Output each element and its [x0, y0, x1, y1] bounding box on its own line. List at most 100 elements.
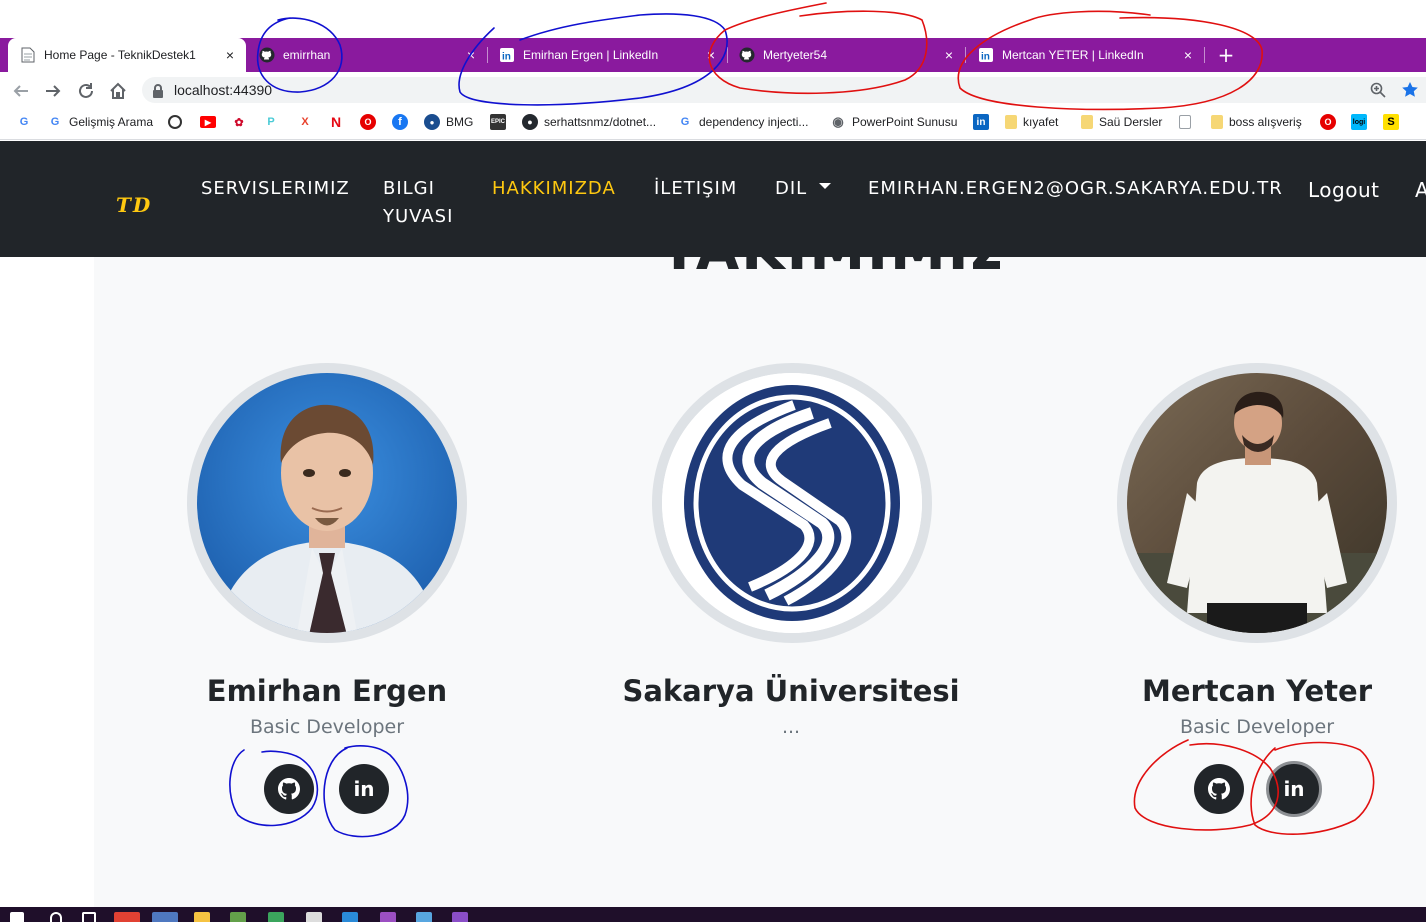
tab-separator — [1204, 47, 1205, 63]
bookmark-google[interactable]: G — [16, 113, 38, 131]
page-icon — [1179, 115, 1191, 129]
folder-taskbar-icon[interactable] — [194, 912, 210, 922]
nav-user-email[interactable]: EMIRHAN.ERGEN2@OGR.SAKARYA.EDU.TR — [868, 175, 1283, 203]
bookmark-powerpoint[interactable]: ◉ PowerPoint Sunusu — [830, 113, 957, 131]
svg-text:in: in — [981, 52, 990, 63]
linkedin-icon: in — [1283, 777, 1305, 801]
github-icon — [278, 778, 300, 800]
chrome-taskbar-icon[interactable] — [114, 912, 140, 922]
bookmark-kiyafet[interactable]: kıyafet — [1005, 113, 1058, 131]
nav-contact[interactable]: İLETIŞIM — [654, 175, 737, 203]
nav-language-label: DIL — [775, 178, 808, 199]
tab-github-mertyeter[interactable]: Mertyeter54 × — [727, 38, 966, 72]
home-button[interactable] — [107, 80, 129, 102]
visual-studio-taskbar-icon[interactable] — [452, 912, 468, 922]
bookmark-boss-alisveris[interactable]: boss alışveriş — [1211, 113, 1302, 131]
tab-title: Mertcan YETER | LinkedIn — [1002, 48, 1144, 62]
task-view-icon[interactable] — [82, 912, 96, 922]
close-tab-icon[interactable]: × — [222, 47, 238, 63]
section-heading-clip: TAKIMIMIZ — [560, 257, 1000, 279]
search-icon[interactable] — [50, 912, 62, 922]
address-bar[interactable] — [142, 77, 1426, 103]
nav-cut-off-item[interactable]: A — [1415, 176, 1426, 204]
notepad-taskbar-icon[interactable] — [152, 912, 178, 922]
bookmark-github-dotnet[interactable]: ● serhattsnmz/dotnet... — [522, 113, 656, 131]
close-tab-icon[interactable]: × — [941, 47, 957, 63]
github-button-mertcan[interactable] — [1194, 764, 1244, 814]
google-icon: G — [680, 116, 690, 128]
github-button-emirhan[interactable] — [264, 764, 314, 814]
member-name: Sakarya Üniversitesi — [622, 674, 960, 708]
netflix-icon: N — [330, 114, 342, 130]
member-role: ... — [781, 716, 801, 738]
bookmark-vodafone[interactable]: O — [360, 113, 382, 131]
folder-icon — [1081, 115, 1093, 129]
bookmark-youtube[interactable]: ▶ — [200, 113, 222, 131]
bookmark-netflix[interactable]: N — [328, 113, 350, 131]
tab-linkedin-emirhan[interactable]: in Emirhan Ergen | LinkedIn × — [487, 38, 728, 72]
bookmark-page[interactable] — [1179, 113, 1197, 131]
speedometer-icon — [168, 115, 182, 129]
vodafone-icon: O — [1320, 114, 1336, 130]
tplink-icon: P — [267, 116, 275, 128]
bookmark-star-icon[interactable] — [1401, 81, 1419, 103]
logi-icon: logi — [1351, 114, 1367, 130]
app-taskbar-icon-5[interactable] — [416, 912, 432, 922]
tab-title: Home Page - TeknikDestek1 — [44, 48, 196, 62]
bookmark-facebook[interactable]: f — [392, 113, 414, 131]
nav-knowledge-base[interactable]: BILGI YUVASI — [383, 175, 453, 231]
page-icon — [20, 47, 36, 63]
nav-language-dropdown[interactable]: DIL — [775, 175, 832, 203]
linkedin-button-emirhan[interactable]: in — [339, 764, 389, 814]
app-taskbar-icon-1[interactable] — [230, 912, 246, 922]
close-tab-icon[interactable]: × — [703, 47, 719, 63]
nav-logout[interactable]: Logout — [1308, 176, 1379, 204]
bookmark-linkedin[interactable]: in — [973, 113, 995, 131]
zoom-icon[interactable] — [1370, 82, 1386, 102]
reload-icon — [79, 83, 93, 98]
bookmark-sau-dersler[interactable]: Saü Dersler — [1081, 113, 1162, 131]
forward-button[interactable] — [42, 80, 64, 102]
tab-home-page[interactable]: Home Page - TeknikDestek1 × — [8, 38, 246, 72]
member-name: Mertcan Yeter — [1141, 674, 1373, 708]
google-icon: G — [50, 116, 60, 128]
bookmark-tplink[interactable]: P — [263, 113, 285, 131]
home-icon — [110, 82, 126, 99]
back-button[interactable] — [10, 80, 32, 102]
nav-about[interactable]: HAKKIMIZDA — [492, 175, 616, 203]
x-icon: X — [301, 116, 309, 128]
bookmark-bmg[interactable]: ● BMG — [424, 113, 473, 131]
bookmark-dependency-injection[interactable]: Gdependency injecti... — [677, 113, 809, 131]
bookmark-gelismis-arama[interactable]: G Gelişmiş Arama — [47, 113, 153, 131]
app-taskbar-icon-2[interactable] — [268, 912, 284, 922]
app-taskbar-icon-3[interactable] — [306, 912, 322, 922]
new-tab-button[interactable]: + — [1216, 45, 1236, 65]
tab-linkedin-mertcan[interactable]: in Mertcan YETER | LinkedIn × — [966, 38, 1205, 72]
bookmark-s[interactable]: S — [1383, 113, 1405, 131]
vscode-taskbar-icon[interactable] — [342, 912, 358, 922]
arrow-right-icon — [46, 85, 61, 97]
app-taskbar-icon-4[interactable] — [380, 912, 396, 922]
url-text[interactable]: localhost:44390 — [174, 82, 272, 98]
windows-start-icon[interactable] — [10, 912, 24, 922]
close-tab-icon[interactable]: × — [1180, 47, 1196, 63]
tab-github-emirrhan[interactable]: emirrhan × — [247, 38, 488, 72]
bookmark-speedtest[interactable] — [168, 113, 188, 131]
member-role: Basic Developer — [249, 716, 405, 738]
linkedin-button-mertcan[interactable]: in — [1266, 761, 1322, 817]
vodafone-icon: O — [360, 114, 376, 130]
bookmark-x[interactable]: X — [297, 113, 319, 131]
google-icon: G — [19, 116, 29, 128]
facebook-icon: f — [392, 114, 408, 130]
nav-services[interactable]: SERVISLERIMIZ — [201, 175, 350, 203]
bookmark-huawei[interactable]: ✿ — [231, 113, 253, 131]
folder-icon — [1211, 115, 1223, 129]
github-icon — [259, 47, 275, 63]
bookmark-vodafone-2[interactable]: O — [1320, 113, 1342, 131]
close-tab-icon[interactable]: × — [463, 47, 479, 63]
bookmark-epic[interactable]: EPIC — [490, 113, 512, 131]
reload-button[interactable] — [75, 80, 97, 102]
brand-logo[interactable]: TD — [116, 193, 152, 217]
bookmark-logi[interactable]: logi — [1351, 113, 1373, 131]
caret-down-icon — [819, 183, 832, 189]
